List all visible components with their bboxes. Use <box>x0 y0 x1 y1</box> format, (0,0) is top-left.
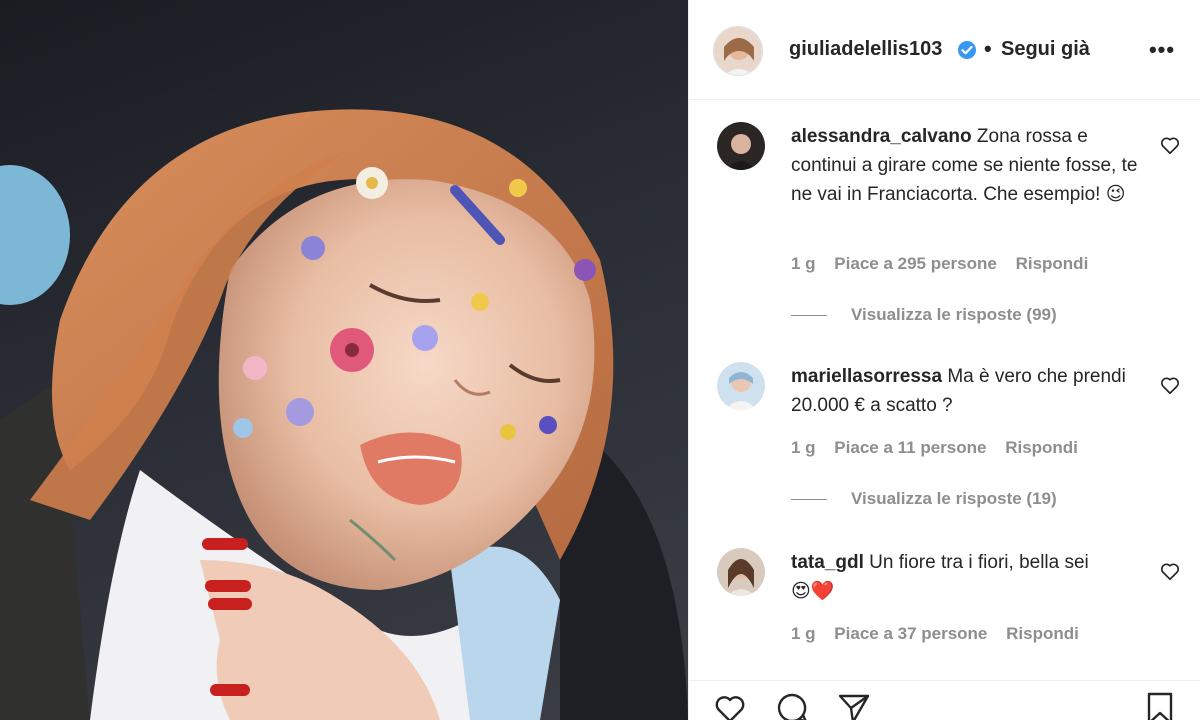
comment-meta: 1 g Piace a 11 persone Rispondi <box>791 438 1092 458</box>
comment-body: Un fiore tra i fiori, bella sei <box>869 552 1089 573</box>
bookmark-icon[interactable] <box>1143 691 1177 720</box>
comment-emoji: 😉 <box>1105 183 1126 205</box>
comment-text: tata_gdl Un fiore tra i fiori, bella sei… <box>791 548 1151 606</box>
view-replies-label[interactable]: Visualizza le risposte (99) <box>851 305 1057 324</box>
comment-time: 1 g <box>791 624 816 643</box>
like-comment-heart-icon[interactable] <box>1159 374 1181 396</box>
view-replies-button[interactable]: Visualizza le risposte (99) <box>791 305 1057 325</box>
comment-likes[interactable]: Piace a 37 persone <box>834 624 987 643</box>
comment-likes[interactable]: Piace a 295 persone <box>834 254 997 273</box>
reply-button[interactable]: Rispondi <box>1016 254 1089 273</box>
like-comment-heart-icon[interactable] <box>1159 560 1181 582</box>
comment-icon[interactable] <box>775 691 809 720</box>
reply-button[interactable]: Rispondi <box>1005 438 1078 457</box>
more-options-icon[interactable]: ••• <box>1147 38 1177 62</box>
car-window <box>0 165 70 305</box>
comment-text: alessandra_calvano Zona rossa e continui… <box>791 122 1151 209</box>
view-replies-button[interactable]: Visualizza le risposte (19) <box>791 489 1057 509</box>
following-button[interactable]: Segui già <box>1001 38 1090 61</box>
comment-meta: 1 g Piace a 37 persone Rispondi <box>791 624 1093 644</box>
comment-username[interactable]: alessandra_calvano <box>791 126 972 147</box>
comment-avatar[interactable] <box>717 548 765 596</box>
comment-text: mariellasorressa Ma è vero che prendi 20… <box>791 362 1151 420</box>
comment-username[interactable]: tata_gdl <box>791 552 864 573</box>
comment-meta: 1 g Piace a 295 persone Rispondi <box>791 254 1102 274</box>
post-header: giulia­delellis103 • Segui già ••• <box>689 0 1200 100</box>
comment-username[interactable]: mariellasorressa <box>791 366 942 387</box>
comment-time: 1 g <box>791 254 816 273</box>
replies-divider-line <box>791 315 827 317</box>
comment-emoji: 😍❤️ <box>791 580 835 602</box>
like-comment-heart-icon[interactable] <box>1159 134 1181 156</box>
selfie-illustration <box>0 109 688 720</box>
face <box>218 179 595 590</box>
author-username[interactable]: giulia­delellis103 <box>789 38 942 61</box>
view-replies-label[interactable]: Visualizza le risposte (19) <box>851 489 1057 508</box>
share-icon[interactable] <box>837 691 871 720</box>
comment-time: 1 g <box>791 438 816 457</box>
author-avatar[interactable] <box>713 26 763 76</box>
header-separator: • <box>984 36 992 61</box>
reply-button[interactable]: Rispondi <box>1006 624 1079 643</box>
comment-avatar[interactable] <box>717 362 765 410</box>
post-side-panel: giulia­delellis103 • Segui già ••• aless… <box>688 0 1200 720</box>
heart-icon[interactable] <box>713 691 747 720</box>
comment-likes[interactable]: Piace a 11 persone <box>834 438 986 457</box>
replies-divider-line <box>791 499 827 501</box>
post-photo[interactable] <box>0 0 688 720</box>
post-action-bar <box>689 680 1200 720</box>
comment-avatar[interactable] <box>717 122 765 170</box>
verified-badge-icon <box>958 41 976 59</box>
